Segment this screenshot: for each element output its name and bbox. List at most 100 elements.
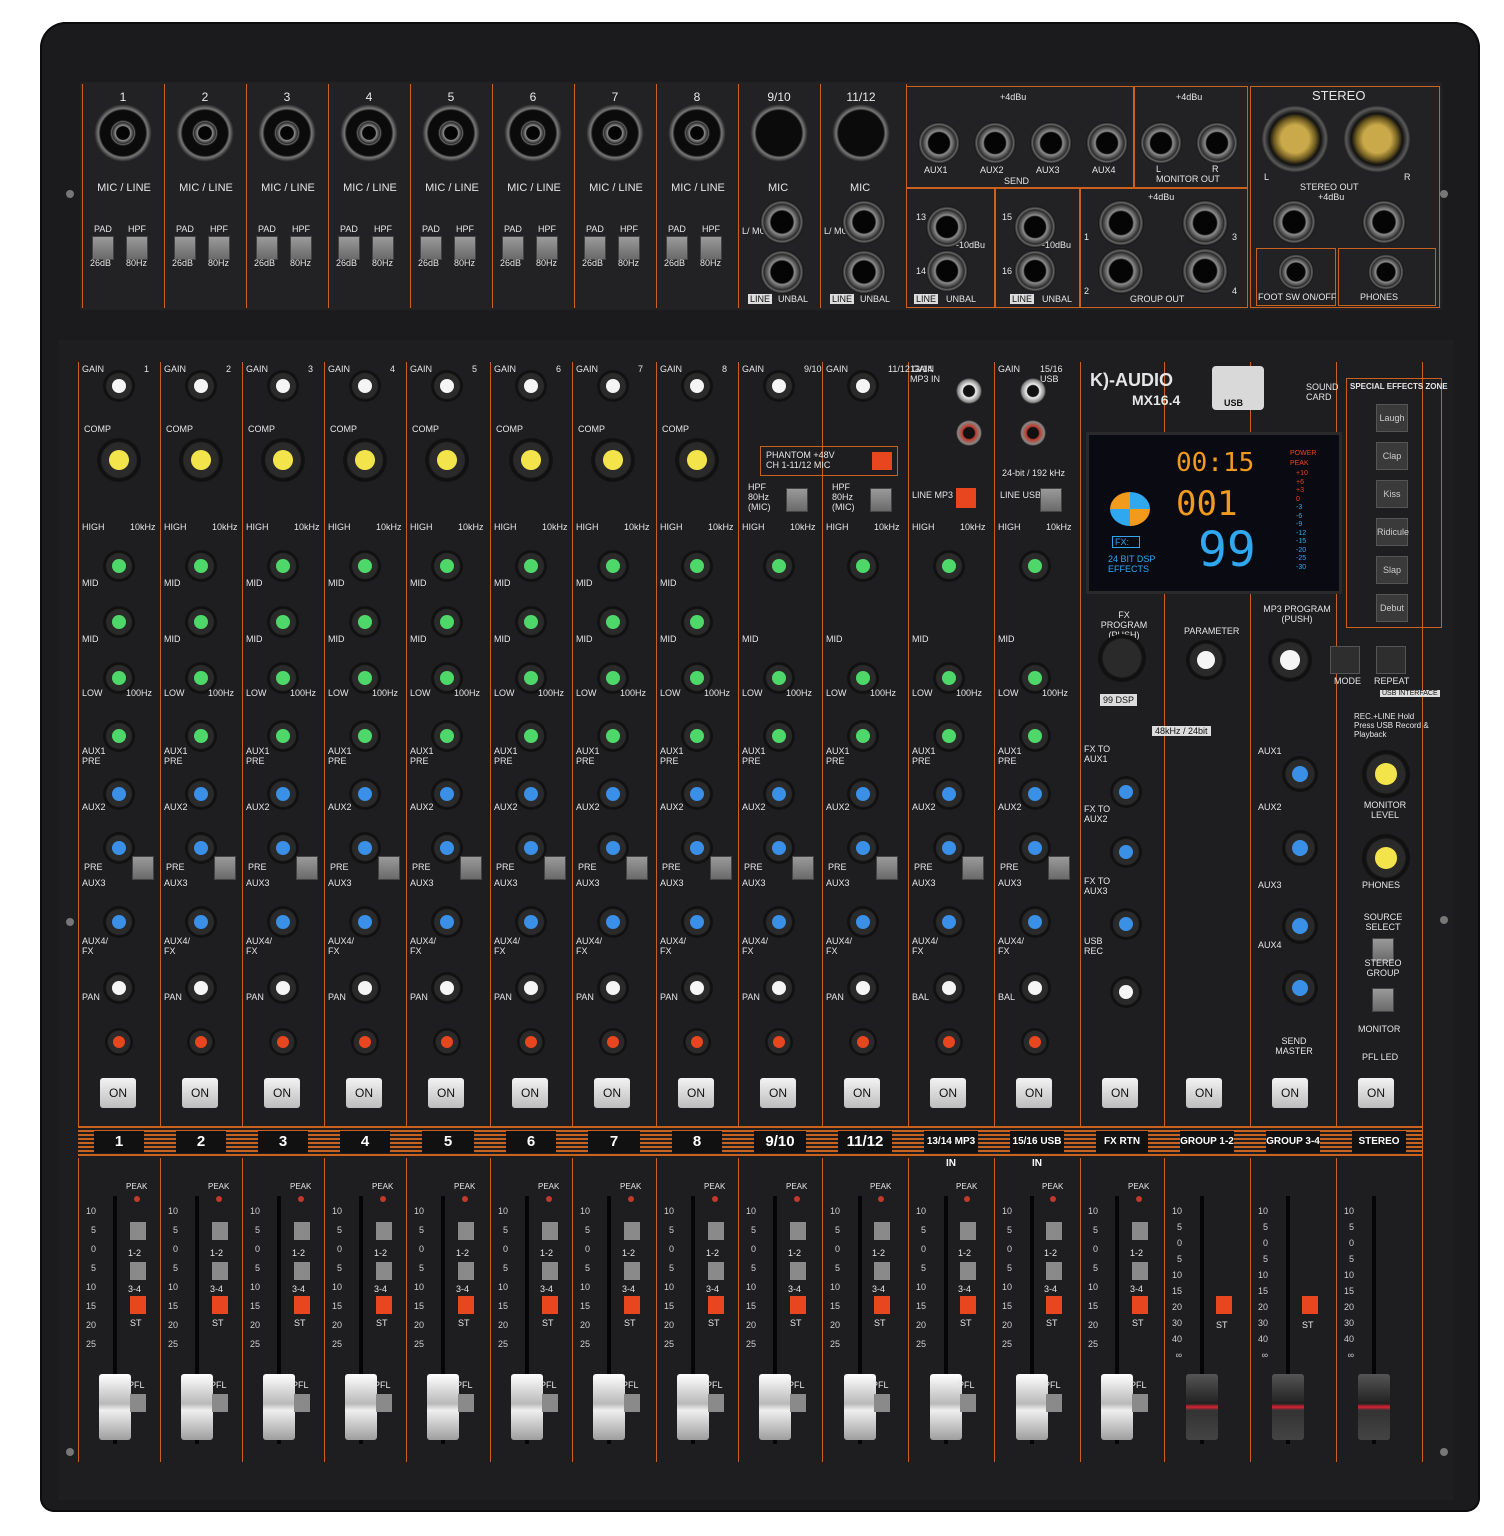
channel-on-button[interactable]: ON	[678, 1078, 714, 1108]
channel-fader[interactable]	[181, 1374, 213, 1440]
stereo-assign-button[interactable]	[1132, 1296, 1148, 1314]
channel-fader[interactable]	[427, 1374, 459, 1440]
pad-button[interactable]	[92, 236, 114, 260]
channel-on-button[interactable]: ON	[594, 1078, 630, 1108]
channel-on-button[interactable]: ON	[1272, 1078, 1308, 1108]
stereo-assign-button[interactable]	[960, 1296, 976, 1314]
stereo-assign-button[interactable]	[624, 1296, 640, 1314]
stereo-assign-button[interactable]	[542, 1296, 558, 1314]
group-34-button[interactable]	[376, 1262, 392, 1280]
aux-send-jack-icon[interactable]	[1030, 122, 1072, 164]
special-effect-button[interactable]: Debut	[1376, 594, 1408, 622]
pfl-button[interactable]	[458, 1394, 474, 1412]
group-12-button[interactable]	[624, 1222, 640, 1240]
aux2-pre-button[interactable]	[214, 856, 236, 880]
hpf-button[interactable]	[126, 236, 148, 260]
group-34-button[interactable]	[708, 1262, 724, 1280]
stereo-assign-button[interactable]	[376, 1296, 392, 1314]
channel-on-button[interactable]: ON	[346, 1078, 382, 1108]
pfl-button[interactable]	[212, 1394, 228, 1412]
channel-on-button[interactable]: ON	[100, 1078, 136, 1108]
channel-fader[interactable]	[1358, 1374, 1390, 1440]
channel-on-button[interactable]: ON	[930, 1078, 966, 1108]
aux2-pre-button[interactable]	[460, 856, 482, 880]
channel-on-button[interactable]: ON	[1186, 1078, 1222, 1108]
aux2-pre-button[interactable]	[544, 856, 566, 880]
hpf-button[interactable]	[290, 236, 312, 260]
pad-button[interactable]	[584, 236, 606, 260]
line-usb-button[interactable]	[1040, 488, 1062, 512]
aux-send-jack-icon[interactable]	[918, 122, 960, 164]
channel-on-button[interactable]: ON	[512, 1078, 548, 1108]
group-12-button[interactable]	[294, 1222, 310, 1240]
rca-jack-icon[interactable]	[956, 378, 982, 404]
group-stereo-button[interactable]	[1302, 1296, 1318, 1314]
phones-jack-icon[interactable]	[1368, 254, 1404, 290]
group-stereo-button[interactable]	[1216, 1296, 1232, 1314]
hpf-button[interactable]	[208, 236, 230, 260]
channel-fader[interactable]	[1101, 1374, 1133, 1440]
pfl-button[interactable]	[624, 1394, 640, 1412]
group-out-4-icon[interactable]	[1182, 248, 1228, 294]
pad-button[interactable]	[174, 236, 196, 260]
pfl-button[interactable]	[294, 1394, 310, 1412]
pad-button[interactable]	[420, 236, 442, 260]
channel-on-button[interactable]: ON	[1016, 1078, 1052, 1108]
aux2-pre-button[interactable]	[132, 856, 154, 880]
aux2-pre-button[interactable]	[296, 856, 318, 880]
aux2-pre-button[interactable]	[876, 856, 898, 880]
stereo-out-r-jack-icon[interactable]	[1362, 200, 1406, 244]
xlr-jack-icon[interactable]	[832, 104, 890, 162]
stereo-hpf-button[interactable]	[786, 488, 808, 512]
rca-jack-icon[interactable]	[1020, 420, 1046, 446]
rca-jack-icon[interactable]	[1020, 378, 1046, 404]
pfl-button[interactable]	[960, 1394, 976, 1412]
aux2-pre-button[interactable]	[962, 856, 984, 880]
pfl-button[interactable]	[1046, 1394, 1062, 1412]
stereo-assign-button[interactable]	[1046, 1296, 1062, 1314]
group-12-button[interactable]	[458, 1222, 474, 1240]
group-12-button[interactable]	[960, 1222, 976, 1240]
monitor-out-r-icon[interactable]	[1196, 122, 1238, 164]
group-12-button[interactable]	[212, 1222, 228, 1240]
aux-in-16-jack-icon[interactable]	[1014, 250, 1056, 292]
aux-send-jack-icon[interactable]	[1086, 122, 1128, 164]
stereo-out-l-jack-icon[interactable]	[1272, 200, 1316, 244]
repeat-button[interactable]	[1376, 646, 1406, 674]
channel-fader[interactable]	[263, 1374, 295, 1440]
hpf-button[interactable]	[700, 236, 722, 260]
pfl-button[interactable]	[874, 1394, 890, 1412]
line-mp3-button[interactable]	[956, 488, 976, 508]
aux-in-14-jack-icon[interactable]	[926, 250, 968, 292]
pfl-button[interactable]	[542, 1394, 558, 1412]
stereo-out-l-xlr-icon[interactable]	[1262, 106, 1328, 172]
jack-l-icon[interactable]	[842, 200, 886, 244]
group-34-button[interactable]	[130, 1262, 146, 1280]
hpf-button[interactable]	[618, 236, 640, 260]
channel-fader[interactable]	[677, 1374, 709, 1440]
stereo-assign-button[interactable]	[874, 1296, 890, 1314]
group-34-button[interactable]	[624, 1262, 640, 1280]
group-34-button[interactable]	[874, 1262, 890, 1280]
special-effect-button[interactable]: Ridicule	[1376, 518, 1409, 546]
group-12-button[interactable]	[790, 1222, 806, 1240]
group-34-button[interactable]	[960, 1262, 976, 1280]
mode-button[interactable]	[1330, 646, 1360, 674]
group-out-1-icon[interactable]	[1098, 200, 1144, 246]
phantom-button[interactable]	[872, 452, 892, 470]
jack-l-icon[interactable]	[760, 200, 804, 244]
channel-fader[interactable]	[593, 1374, 625, 1440]
pfl-button[interactable]	[130, 1394, 146, 1412]
pad-button[interactable]	[256, 236, 278, 260]
stereo-assign-button[interactable]	[458, 1296, 474, 1314]
special-effect-button[interactable]: Clap	[1376, 442, 1408, 470]
group-12-button[interactable]	[708, 1222, 724, 1240]
aux2-pre-button[interactable]	[792, 856, 814, 880]
group-12-button[interactable]	[376, 1222, 392, 1240]
jack-r-icon[interactable]	[760, 250, 804, 294]
channel-fader[interactable]	[1272, 1374, 1304, 1440]
channel-fader[interactable]	[759, 1374, 791, 1440]
channel-on-button[interactable]: ON	[760, 1078, 796, 1108]
channel-fader[interactable]	[99, 1374, 131, 1440]
pad-button[interactable]	[502, 236, 524, 260]
